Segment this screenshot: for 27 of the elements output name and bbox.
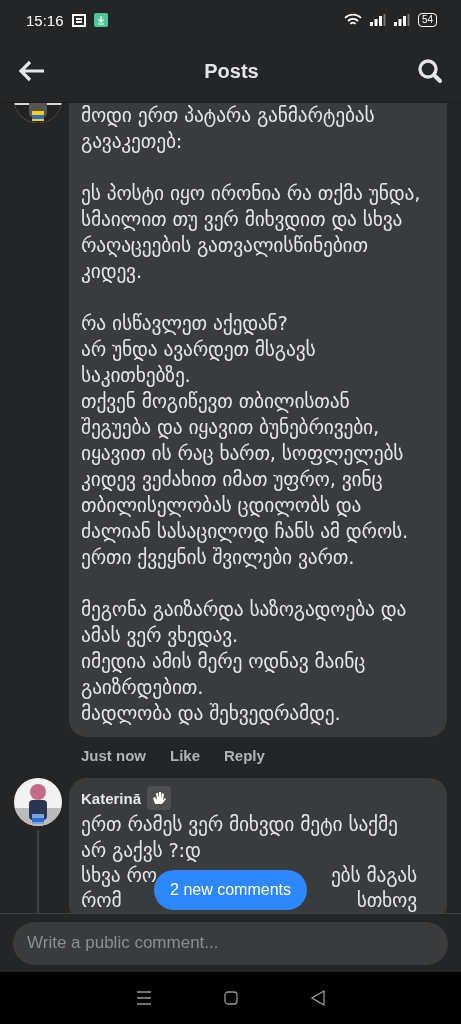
page-title: Posts [204,59,259,83]
like-link[interactable]: Like [170,747,201,764]
comment-input-field[interactable]: Write a public comment... [13,921,448,965]
download-icon [93,13,108,27]
signal-icon [369,14,386,26]
comment-text: რა ისწავლეთ აქედან? არ უნდა ავარდეთ მსგავს საკითხებზე. თქვენ მოგიწევთ თბილისთან შეგუება და იყავით ბუნებრივები, იყავით ის რაც ხართ, სოფლელებს კიდევ ვეძახით იმათ უფრო, ვინც თბილისელობას ცდილობს და ძალიან სასაცილოდ ჩანს ამ დროს. ერთი ქვეყნის შვილები ვართ. [81,311,409,571]
search-button[interactable] [417,58,443,84]
comment-text: ებს მაგას [330,863,417,889]
battery-level: 54 [417,13,437,27]
back-button[interactable] [18,59,46,83]
home-icon[interactable] [224,991,239,1005]
comment-text: სთხოვ [356,888,417,913]
comment-text: მოდი ერთ პატარა განმარტებას გავაკეთებ: [81,103,376,155]
author-name[interactable]: Katerinā [81,789,142,807]
comment-text: რომ [81,888,122,913]
wave-badge-icon [147,786,172,810]
comment-text: ეს პოსტი იყო ირონია რა თქმა უნდა, სმაილით თუ ვერ მიხვდით და სხვა რაღაცეების გათვალისწინებით კიდევ. [81,181,422,285]
back-icon[interactable] [310,990,325,1006]
timestamp: Just now [81,747,146,764]
comment-text: სხვა რო [81,863,157,889]
comment-text: მეგონა გაიზარდა საზოგადოება და ამას ვერ ვხედავ. იმედია ამის მერე ოდნავ მაინც გაიზრდებით. მადლობა და შეხვედრამდე. [81,597,408,727]
menu-icon[interactable] [136,991,153,1005]
clock: 15:16 [26,11,64,29]
news-icon [71,13,86,27]
signal-icon [393,14,410,26]
wifi-icon [343,13,362,27]
reply-link[interactable]: Reply [224,747,265,764]
